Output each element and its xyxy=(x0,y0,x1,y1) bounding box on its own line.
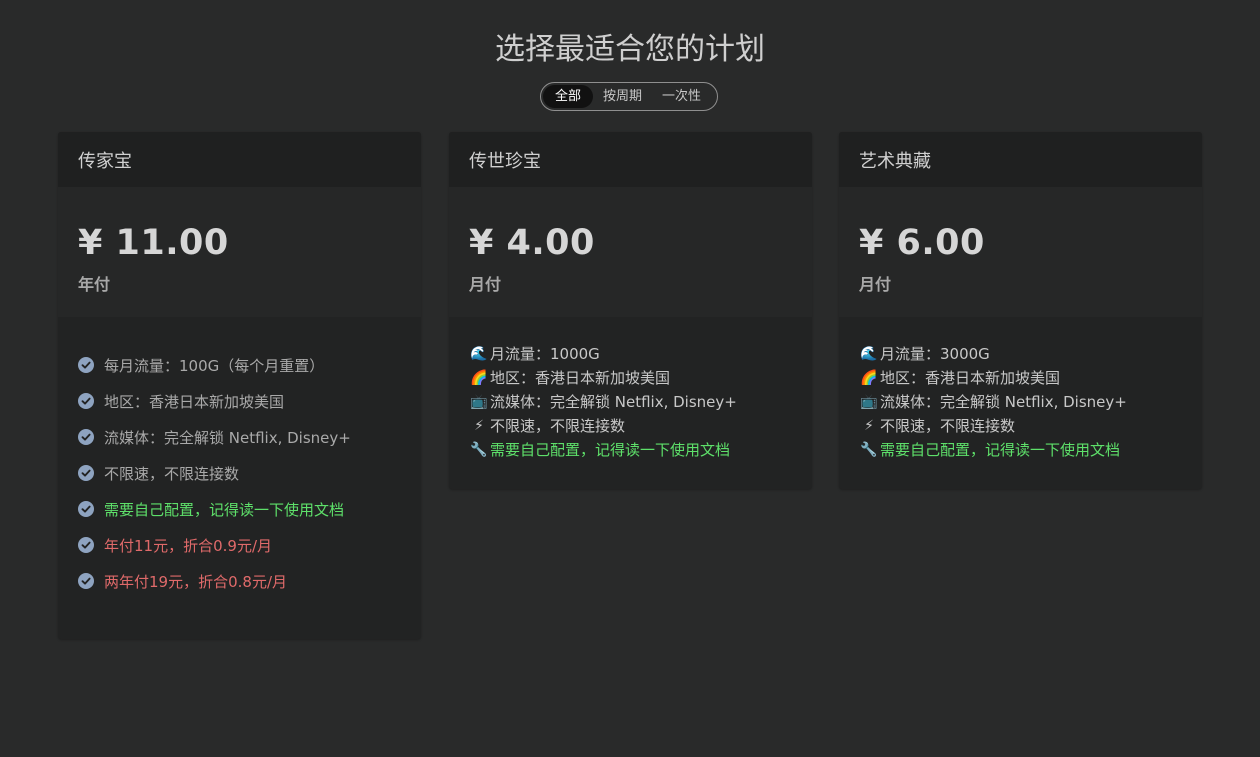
check-circle-icon xyxy=(78,573,94,589)
feature-item: 地区：香港日本新加坡美国 xyxy=(78,383,401,419)
plan-name: 艺术典藏 xyxy=(839,132,1202,187)
plan-card-1[interactable]: 传家宝 ¥ 11.00 年付 每月流量：100G（每个月重置） 地区：香港日本新… xyxy=(58,132,421,639)
check-circle-icon xyxy=(78,357,94,373)
feature-item: 年付11元，折合0.9元/月 xyxy=(78,527,401,563)
feature-text: 流媒体：完全解锁 Netflix, Disney+ xyxy=(880,393,1127,411)
rainbow-icon: 🌈 xyxy=(470,370,488,386)
plan-period: 年付 xyxy=(78,275,111,294)
lightning-icon: ⚡ xyxy=(864,418,874,434)
feature-item: ⚡ 不限速，不限连接数 xyxy=(469,414,792,438)
plan-period: 月付 xyxy=(469,275,502,294)
feature-item: 流媒体：完全解锁 Netflix, Disney+ xyxy=(78,419,401,455)
price-block: ¥ 6.00 月付 xyxy=(839,187,1202,317)
feature-text: 两年付19元，折合0.8元/月 xyxy=(104,572,287,591)
tab-one-time[interactable]: 一次性 xyxy=(652,85,711,108)
price-block: ¥ 4.00 月付 xyxy=(449,187,812,317)
price-block: ¥ 11.00 年付 xyxy=(58,187,421,317)
feature-text: 地区：香港日本新加坡美国 xyxy=(490,369,671,387)
tv-icon: 📺 xyxy=(470,394,488,410)
feature-item: 🔧 需要自己配置，记得读一下使用文档 xyxy=(469,438,792,462)
feature-text: 流媒体：完全解锁 Netflix, Disney+ xyxy=(104,428,351,447)
wrench-icon: 🔧 xyxy=(470,442,488,458)
plan-price: ¥ 11.00 xyxy=(78,223,229,263)
feature-item: 🌈 地区：香港日本新加坡美国 xyxy=(469,366,792,390)
feature-text: 不限速，不限连接数 xyxy=(880,417,1016,435)
feature-text: 不限速，不限连接数 xyxy=(104,464,240,483)
feature-item: 两年付19元，折合0.8元/月 xyxy=(78,563,401,599)
feature-list: 🌊 月流量：1000G 🌈 地区：香港日本新加坡美国 📺 流媒体：完全解锁 Ne… xyxy=(449,317,812,489)
plan-name: 传家宝 xyxy=(58,132,421,187)
wave-icon: 🌊 xyxy=(860,346,878,362)
check-circle-icon xyxy=(78,429,94,445)
feature-text: 需要自己配置，记得读一下使用文档 xyxy=(880,441,1121,459)
feature-text: 年付11元，折合0.9元/月 xyxy=(104,536,272,555)
feature-item: ⚡ 不限速，不限连接数 xyxy=(859,414,1182,438)
feature-text: 不限速，不限连接数 xyxy=(490,417,626,435)
feature-text: 需要自己配置，记得读一下使用文档 xyxy=(490,441,731,459)
rainbow-icon: 🌈 xyxy=(860,370,878,386)
plan-card-2[interactable]: 传世珍宝 ¥ 4.00 月付 🌊 月流量：1000G 🌈 地区：香港日本新加坡美… xyxy=(449,132,812,489)
feature-item: 📺 流媒体：完全解锁 Netflix, Disney+ xyxy=(469,390,792,414)
plan-price: ¥ 4.00 xyxy=(469,223,595,263)
lightning-icon: ⚡ xyxy=(474,418,484,434)
plan-filter-tabs: 全部 按周期 一次性 xyxy=(540,82,718,111)
feature-list: 🌊 月流量：3000G 🌈 地区：香港日本新加坡美国 📺 流媒体：完全解锁 Ne… xyxy=(839,317,1202,489)
feature-text: 月流量：3000G xyxy=(880,345,990,363)
feature-list: 每月流量：100G（每个月重置） 地区：香港日本新加坡美国 流媒体：完全解锁 N… xyxy=(58,317,421,639)
plan-card-3[interactable]: 艺术典藏 ¥ 6.00 月付 🌊 月流量：3000G 🌈 地区：香港日本新加坡美… xyxy=(839,132,1202,489)
check-circle-icon xyxy=(78,465,94,481)
feature-item: 不限速，不限连接数 xyxy=(78,455,401,491)
feature-item: 🌊 月流量：3000G xyxy=(859,342,1182,366)
check-circle-icon xyxy=(78,393,94,409)
feature-text: 每月流量：100G（每个月重置） xyxy=(104,356,325,375)
feature-item: 需要自己配置，记得读一下使用文档 xyxy=(78,491,401,527)
feature-item: 🌊 月流量：1000G xyxy=(469,342,792,366)
wrench-icon: 🔧 xyxy=(860,442,878,458)
feature-item: 🔧 需要自己配置，记得读一下使用文档 xyxy=(859,438,1182,462)
feature-text: 地区：香港日本新加坡美国 xyxy=(104,392,285,411)
plan-period: 月付 xyxy=(859,275,892,294)
feature-item: 🌈 地区：香港日本新加坡美国 xyxy=(859,366,1182,390)
feature-text: 地区：香港日本新加坡美国 xyxy=(880,369,1061,387)
page-title: 选择最适合您的计划 xyxy=(495,32,765,67)
feature-text: 月流量：1000G xyxy=(490,345,600,363)
wave-icon: 🌊 xyxy=(470,346,488,362)
check-circle-icon xyxy=(78,501,94,517)
tab-periodic[interactable]: 按周期 xyxy=(593,85,652,108)
check-circle-icon xyxy=(78,537,94,553)
feature-item: 📺 流媒体：完全解锁 Netflix, Disney+ xyxy=(859,390,1182,414)
plan-name: 传世珍宝 xyxy=(449,132,812,187)
plan-price: ¥ 6.00 xyxy=(859,223,985,263)
feature-item: 每月流量：100G（每个月重置） xyxy=(78,347,401,383)
tab-all[interactable]: 全部 xyxy=(543,85,594,108)
feature-text: 需要自己配置，记得读一下使用文档 xyxy=(104,500,345,519)
tv-icon: 📺 xyxy=(860,394,878,410)
feature-text: 流媒体：完全解锁 Netflix, Disney+ xyxy=(490,393,737,411)
